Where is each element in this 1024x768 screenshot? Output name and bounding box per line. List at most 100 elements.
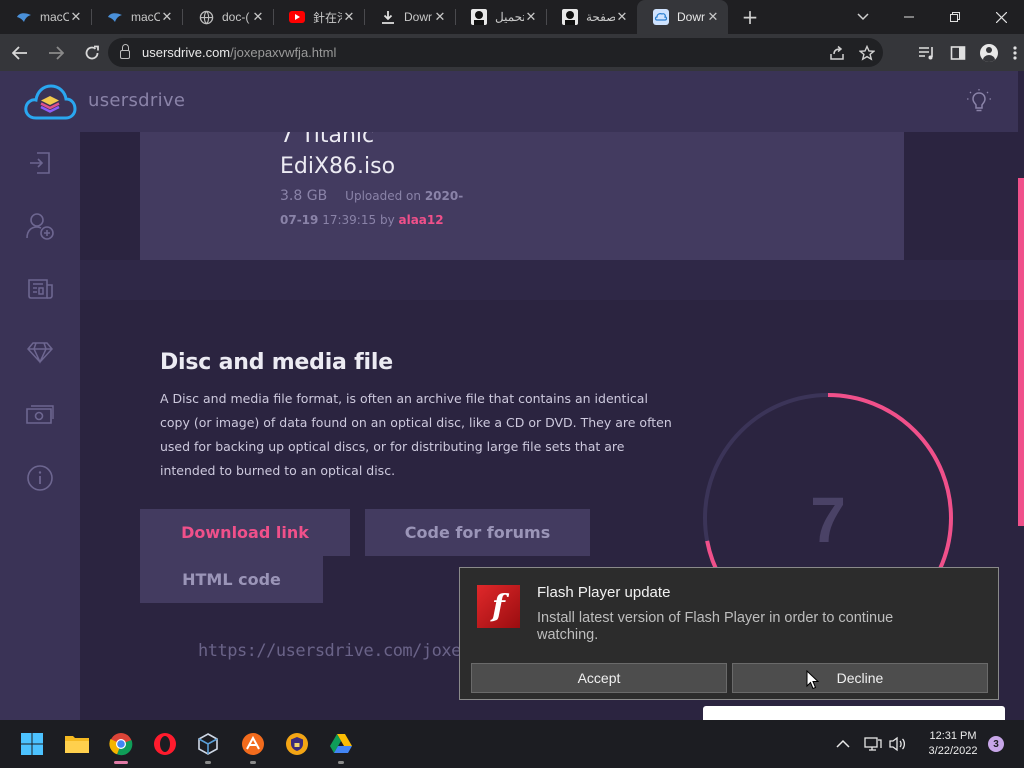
chrome-icon	[109, 733, 133, 756]
tab-title: Dowr	[404, 10, 433, 24]
sidebar-item-register[interactable]	[25, 211, 55, 241]
tab-close-icon[interactable]: ✕	[160, 9, 174, 25]
volume-icon[interactable]	[888, 736, 908, 752]
file-info-card: 7 Titanic EdiX86.iso 3.8 GB Uploaded on 2…	[140, 132, 904, 260]
folder-icon	[65, 736, 89, 753]
back-button[interactable]	[4, 37, 36, 69]
download-icon	[380, 9, 396, 25]
file-name-line-1: 7 Titanic	[280, 132, 375, 148]
browser-tab[interactable]: doc-(✕	[182, 0, 273, 34]
shield-lock-icon	[286, 733, 308, 755]
new-tab-button[interactable]: +	[734, 0, 766, 34]
divider-band	[80, 260, 1018, 300]
taskbar-google-drive[interactable]	[327, 730, 355, 764]
minimize-button[interactable]	[886, 0, 932, 34]
bookmark-star-icon[interactable]	[859, 44, 875, 61]
taskbar-chrome[interactable]	[107, 730, 135, 764]
upload-date-part-b: 07-19	[280, 213, 319, 227]
google-drive-icon	[330, 734, 352, 753]
reload-icon	[85, 45, 99, 59]
tab-title: تحميل	[495, 10, 524, 24]
accept-button[interactable]: Accept	[471, 663, 727, 693]
flash-logo-letter: f	[492, 589, 505, 624]
close-window-button[interactable]	[978, 0, 1024, 34]
sidebar-item-earn-money[interactable]	[25, 400, 55, 430]
tab-search-button[interactable]	[848, 0, 878, 34]
notification-badge[interactable]: 3	[988, 736, 1004, 752]
system-tray	[836, 720, 908, 768]
sidebar-item-news[interactable]	[25, 274, 55, 304]
media-control-icon[interactable]	[918, 45, 936, 61]
restore-button[interactable]	[932, 0, 978, 34]
sidebar-item-info[interactable]	[25, 463, 55, 493]
file-size: 3.8 GB	[280, 188, 328, 204]
html-code-button[interactable]: HTML code	[140, 556, 323, 603]
tab-close-icon[interactable]: ✕	[342, 9, 356, 25]
toolbar-actions	[918, 34, 1018, 71]
side-panel-icon[interactable]	[950, 45, 966, 61]
browser-tab[interactable]: تحميل ✕	[455, 0, 546, 34]
flash-update-popup: f Flash Player update Install latest ver…	[459, 567, 999, 700]
taskbar-app-orange[interactable]	[239, 730, 267, 764]
reload-button[interactable]	[76, 37, 108, 69]
arrow-left-icon	[12, 45, 27, 60]
add-user-icon	[26, 213, 54, 240]
info-icon	[27, 465, 53, 491]
orange-app-icon	[242, 733, 264, 755]
url-path: /joxepaxvwfja.html	[230, 45, 337, 60]
uploader-link[interactable]: alaa12	[399, 213, 444, 227]
omnibox-actions	[829, 38, 875, 67]
page-scrollbar[interactable]	[1018, 71, 1024, 720]
virtualbox-icon	[198, 733, 218, 755]
tab-title: Dowr	[677, 10, 706, 24]
countdown-value: 7	[810, 484, 846, 556]
tab-close-icon[interactable]: ✕	[524, 9, 538, 25]
code-for-forums-button[interactable]: Code for forums	[365, 509, 590, 556]
browser-tab[interactable]: 針在港✕	[273, 0, 364, 34]
tab-close-icon[interactable]: ✕	[615, 9, 629, 25]
start-button[interactable]	[18, 730, 46, 758]
taskbar-clock[interactable]: 12:31 PM 3/22/2022	[918, 729, 988, 759]
browser-tab[interactable]: macO ✕	[91, 0, 182, 34]
browser-tab[interactable]: صفحة ✕	[546, 0, 637, 34]
address-bar[interactable]: usersdrive.com/joxepaxvwfja.html	[108, 38, 883, 67]
network-icon[interactable]	[864, 736, 882, 752]
browser-tab[interactable]: Dowr ✕	[637, 0, 728, 34]
sidebar-item-login[interactable]	[25, 148, 55, 178]
lock-icon[interactable]	[120, 44, 130, 59]
upload-date-part-a: 2020-	[424, 189, 464, 203]
tab-close-icon[interactable]: ✕	[433, 9, 447, 25]
taskbar-opera[interactable]	[151, 730, 179, 758]
kebab-menu-icon[interactable]	[1012, 45, 1018, 61]
uploaded-label: Uploaded on	[345, 189, 421, 203]
download-link-button[interactable]: Download link	[140, 509, 350, 556]
scrollbar-thumb[interactable]	[1018, 178, 1024, 526]
opera-icon	[154, 733, 176, 755]
taskbar-vpn[interactable]	[283, 730, 311, 758]
taskbar-virtualbox[interactable]	[194, 730, 222, 764]
browser-tab[interactable]: Dowr ✕	[364, 0, 455, 34]
sidebar	[0, 132, 80, 720]
forward-button[interactable]	[40, 37, 72, 69]
tab-title: doc-(	[222, 10, 250, 24]
decline-button[interactable]: Decline	[732, 663, 988, 693]
clock-date: 3/22/2022	[928, 745, 978, 757]
lightbulb-icon[interactable]	[966, 88, 992, 114]
share-icon[interactable]	[829, 45, 845, 61]
site-brand-name[interactable]: usersdrive	[88, 90, 185, 111]
tab-title: macO	[40, 10, 69, 24]
taskbar-file-explorer[interactable]	[63, 730, 91, 758]
profile-avatar-icon[interactable]	[980, 43, 998, 62]
tab-close-icon[interactable]: ✕	[69, 9, 83, 25]
tab-close-icon[interactable]: ✕	[706, 9, 720, 25]
browser-tab[interactable]: macO ✕	[0, 0, 91, 34]
usersdrive-logo-icon[interactable]	[23, 83, 77, 121]
minimize-icon	[904, 16, 914, 18]
macos-blue-icon	[107, 9, 123, 25]
tab-close-icon[interactable]: ✕	[251, 9, 265, 25]
sidebar-item-premium[interactable]	[25, 337, 55, 367]
browser-toolbar: usersdrive.com/joxepaxvwfja.html	[0, 34, 1024, 71]
upload-time: 17:39:15	[322, 213, 377, 227]
money-icon	[26, 405, 54, 424]
chevron-up-icon[interactable]	[836, 739, 850, 749]
